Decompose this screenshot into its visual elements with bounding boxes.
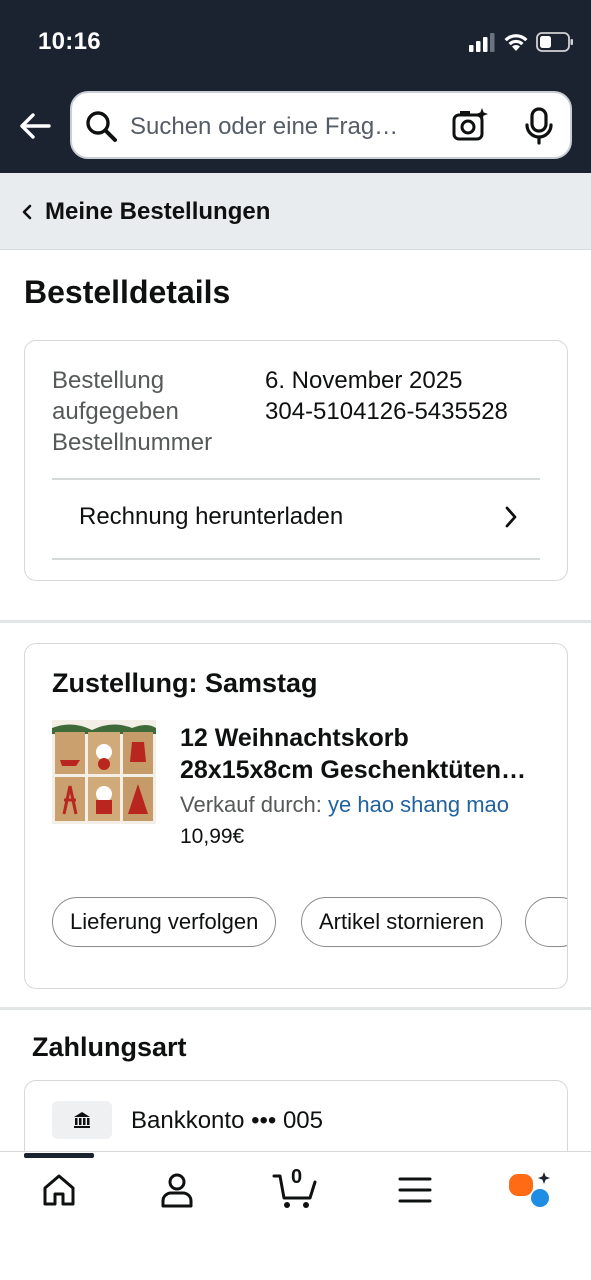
breadcrumb-my-orders[interactable]: Meine Bestellungen: [45, 198, 270, 226]
product-title[interactable]: 12 Weihnachtskorb 28x15x8cm Geschenktüte…: [180, 722, 540, 786]
delivery-card: Zustellung: Samstag 12 Weihnachtskorb 28…: [24, 643, 568, 989]
cart-count: 0: [291, 1166, 303, 1188]
order-placed-date: 6. November 2025: [265, 367, 463, 394]
search-header: Suchen oder eine Frag…: [0, 85, 591, 173]
status-bar: 10:16: [0, 0, 591, 85]
rufus-assistant-icon[interactable]: [508, 1170, 552, 1210]
breadcrumb[interactable]: Meine Bestellungen: [0, 173, 591, 250]
order-placed-label-line2: aufgegeben: [52, 398, 179, 425]
camera-search-icon[interactable]: [452, 107, 488, 143]
chevron-left-icon: [22, 204, 32, 220]
seller-link[interactable]: ye hao shang mao: [328, 792, 509, 817]
order-labels: Bestellung aufgegeben Bestellnummer: [52, 365, 252, 458]
cellular-signal-icon: [469, 33, 495, 52]
payment-heading: Zahlungsart: [32, 1032, 187, 1062]
product-title-line1[interactable]: 12 Weihnachtskorb: [180, 722, 540, 754]
microphone-icon[interactable]: [524, 107, 554, 145]
order-number-label: Bestellnummer: [52, 429, 213, 456]
track-package-button[interactable]: Lieferung verfolgen: [52, 897, 277, 947]
search-input[interactable]: Suchen oder eine Frag…: [130, 113, 430, 141]
more-actions-button[interactable]: [525, 897, 567, 947]
battery-icon: [536, 32, 573, 52]
seller-prefix: Verkauf durch:: [180, 792, 322, 817]
order-number: 304-5104126-5435528: [265, 398, 508, 425]
order-info-card: Bestellung aufgegeben Bestellnummer 6. N…: [24, 340, 568, 581]
home-icon[interactable]: [39, 1170, 79, 1210]
search-bar[interactable]: Suchen oder eine Frag…: [70, 91, 572, 159]
active-tab-indicator: [24, 1153, 94, 1158]
download-invoice-row[interactable]: Rechnung herunterladen: [52, 479, 540, 559]
back-arrow-icon[interactable]: [16, 107, 54, 145]
order-values: 6. November 2025 304-5104126-5435528: [265, 365, 508, 427]
download-invoice-label[interactable]: Rechnung herunterladen: [79, 503, 343, 531]
search-icon: [86, 111, 117, 142]
bottom-nav: 0: [0, 1151, 591, 1280]
status-time: 10:16: [38, 28, 101, 55]
account-icon[interactable]: [157, 1170, 197, 1210]
product-price: 10,99€: [180, 825, 245, 848]
bank-icon: [52, 1101, 112, 1139]
wifi-icon: [504, 34, 528, 51]
section-separator: [0, 620, 591, 623]
divider: [52, 558, 540, 560]
product-image[interactable]: [52, 720, 156, 824]
menu-icon[interactable]: [395, 1170, 435, 1210]
delivery-heading: Zustellung: Samstag: [52, 668, 318, 698]
chevron-right-icon: [505, 506, 517, 528]
cancel-items-button[interactable]: Artikel stornieren: [301, 897, 503, 947]
order-placed-label-line1: Bestellung: [52, 367, 165, 394]
product-title-line2[interactable]: 28x15x8cm Geschenktüten…: [180, 754, 540, 786]
payment-method: Bankkonto ••• 005: [131, 1107, 323, 1134]
page-title: Bestelldetails: [24, 274, 231, 310]
section-separator: [0, 1007, 591, 1010]
seller-info: Verkauf durch: ye hao shang mao: [180, 792, 509, 818]
